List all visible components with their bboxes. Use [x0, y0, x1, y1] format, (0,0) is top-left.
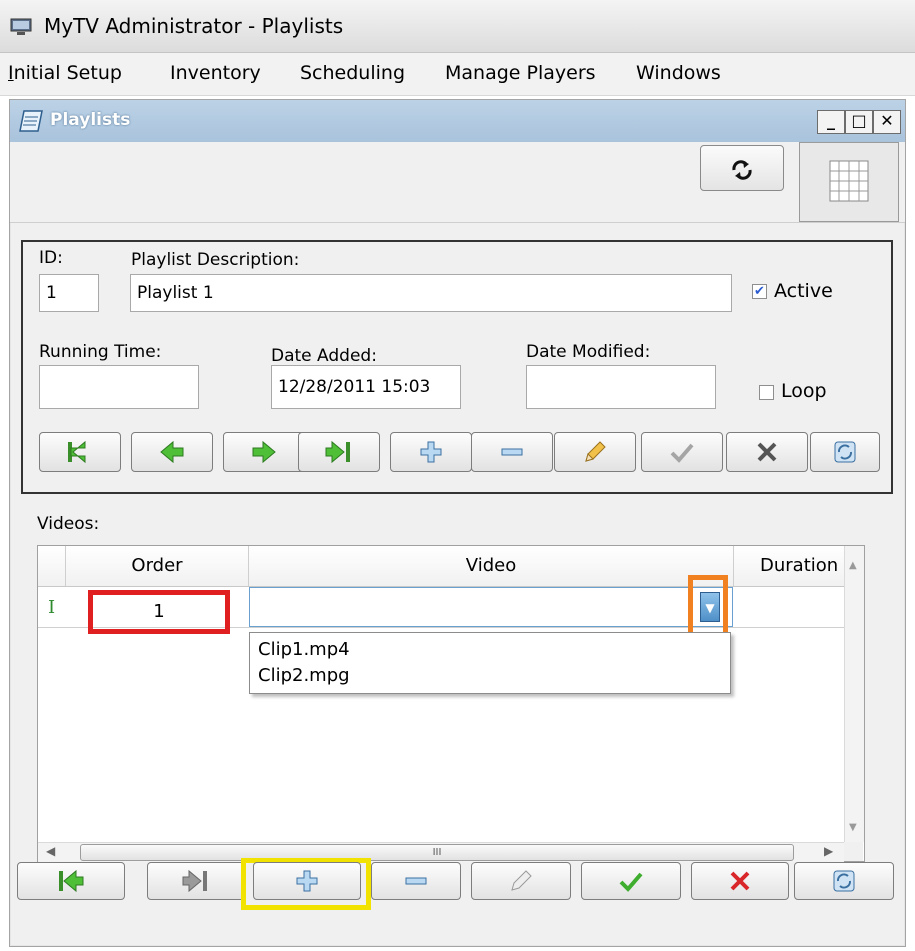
- last-record-button[interactable]: [298, 432, 380, 472]
- delete-record-button[interactable]: [471, 432, 553, 472]
- active-label: Active: [774, 280, 833, 302]
- save-video-button[interactable]: [581, 862, 681, 900]
- minimize-button[interactable]: _: [817, 110, 845, 134]
- scroll-corner: [844, 842, 863, 861]
- cancel-button[interactable]: [726, 432, 808, 472]
- id-label: ID:: [39, 248, 63, 268]
- next-record-button[interactable]: [223, 432, 305, 472]
- add-video-button[interactable]: [253, 862, 361, 900]
- last-arrow-icon: [182, 869, 207, 893]
- minus-icon: [501, 448, 523, 456]
- playlist-icon: [19, 110, 43, 132]
- horizontal-scrollbar[interactable]: ◀ III ▶: [38, 842, 844, 862]
- videos-grid: Order Video Duration I 1 ▼ Clip1.mp4 Cli…: [37, 545, 865, 862]
- playlist-form: ID: 1 Playlist Description: Playlist 1 ✔…: [21, 240, 893, 494]
- first-record-button[interactable]: [39, 432, 121, 472]
- menu-inventory[interactable]: Inventory: [170, 62, 261, 84]
- videos-label: Videos:: [37, 514, 100, 534]
- loop-checkbox[interactable]: [759, 385, 774, 400]
- check-icon: [670, 443, 694, 463]
- sync-icon: [833, 870, 855, 892]
- menu-initial-setup[interactable]: Initial Setup: [8, 62, 122, 84]
- close-button[interactable]: ✕: [873, 110, 901, 134]
- menu-scheduling[interactable]: Scheduling: [300, 62, 405, 84]
- sync-icon: [834, 441, 856, 463]
- last-video-button[interactable]: [147, 862, 245, 900]
- scroll-right-icon[interactable]: ▶: [824, 844, 833, 858]
- plus-icon: [420, 441, 442, 463]
- first-arrow-icon: [59, 869, 84, 893]
- x-icon: [730, 871, 750, 891]
- menu-label: nitial Setup: [13, 62, 122, 84]
- x-icon: [757, 442, 777, 462]
- scroll-thumb[interactable]: III: [80, 844, 794, 861]
- refresh-icon: [732, 159, 752, 180]
- grid-view-button[interactable]: [799, 142, 899, 222]
- maximize-button[interactable]: □: [845, 110, 873, 134]
- date-modified-field[interactable]: [526, 365, 716, 409]
- menu-manage-players[interactable]: Manage Players: [445, 62, 596, 84]
- scroll-up-icon[interactable]: ▲: [849, 560, 857, 571]
- menu-windows[interactable]: Windows: [636, 62, 721, 84]
- playlists-title-bar: Playlists _ □ ✕: [10, 100, 905, 142]
- confirm-button[interactable]: [641, 432, 723, 472]
- minus-icon: [405, 877, 427, 885]
- list-item[interactable]: Clip2.mpg: [250, 663, 730, 689]
- monitor-icon: [10, 18, 32, 35]
- dropdown-arrow-button[interactable]: ▼: [700, 592, 720, 622]
- add-record-button[interactable]: [390, 432, 472, 472]
- plus-icon: [296, 870, 318, 892]
- edit-video-button[interactable]: [471, 862, 571, 900]
- video-combo[interactable]: [249, 587, 733, 627]
- window-title-bar: MyTV Administrator - Playlists: [0, 0, 915, 53]
- loop-label: Loop: [781, 380, 827, 402]
- refresh-videos-button[interactable]: [794, 862, 894, 900]
- playlists-title: Playlists: [50, 110, 131, 130]
- scroll-down-icon[interactable]: ▼: [849, 822, 857, 833]
- running-time-label: Running Time:: [39, 342, 162, 362]
- list-item[interactable]: Clip1.mp4: [250, 637, 730, 663]
- table-row[interactable]: I 1 ▼: [38, 575, 844, 637]
- pencil-icon: [511, 870, 532, 891]
- running-time-field[interactable]: [39, 365, 199, 409]
- column-duration[interactable]: Duration: [734, 546, 844, 586]
- pencil-icon: [585, 441, 606, 462]
- scroll-left-icon[interactable]: ◀: [46, 844, 55, 858]
- refresh-record-button[interactable]: [810, 432, 880, 472]
- last-arrow-icon: [325, 440, 350, 464]
- reload-button[interactable]: [700, 145, 784, 191]
- date-added-label: Date Added:: [271, 346, 377, 366]
- order-cell[interactable]: 1: [88, 590, 230, 634]
- cancel-video-button[interactable]: [691, 862, 789, 900]
- column-video[interactable]: Video: [249, 546, 734, 586]
- first-video-button[interactable]: [17, 862, 125, 900]
- row-edit-indicator-icon: I: [48, 597, 56, 618]
- left-arrow-icon: [160, 440, 184, 464]
- remove-video-button[interactable]: [371, 862, 461, 900]
- id-field[interactable]: 1: [39, 274, 99, 312]
- menu-bar: Initial Setup Inventory Scheduling Manag…: [0, 53, 915, 96]
- right-arrow-icon: [252, 440, 276, 464]
- vertical-scrollbar[interactable]: ▲ ▼: [844, 546, 864, 842]
- description-label: Playlist Description:: [131, 250, 300, 270]
- column-order[interactable]: Order: [66, 546, 249, 586]
- window-title: MyTV Administrator - Playlists: [44, 14, 344, 38]
- video-dropdown-list: Clip1.mp4 Clip2.mpg: [249, 632, 731, 694]
- description-field[interactable]: Playlist 1: [130, 274, 732, 312]
- first-arrow-icon: [68, 440, 86, 464]
- check-icon: [619, 872, 643, 892]
- date-modified-label: Date Modified:: [526, 342, 651, 362]
- active-checkbox[interactable]: ✔: [752, 284, 767, 299]
- previous-record-button[interactable]: [131, 432, 213, 472]
- grid-icon: [829, 160, 869, 202]
- row-indicator-header: [38, 546, 66, 586]
- date-added-field[interactable]: 12/28/2011 15:03: [271, 365, 461, 409]
- videos-toolbar: [9, 858, 904, 942]
- edit-record-button[interactable]: [554, 432, 636, 472]
